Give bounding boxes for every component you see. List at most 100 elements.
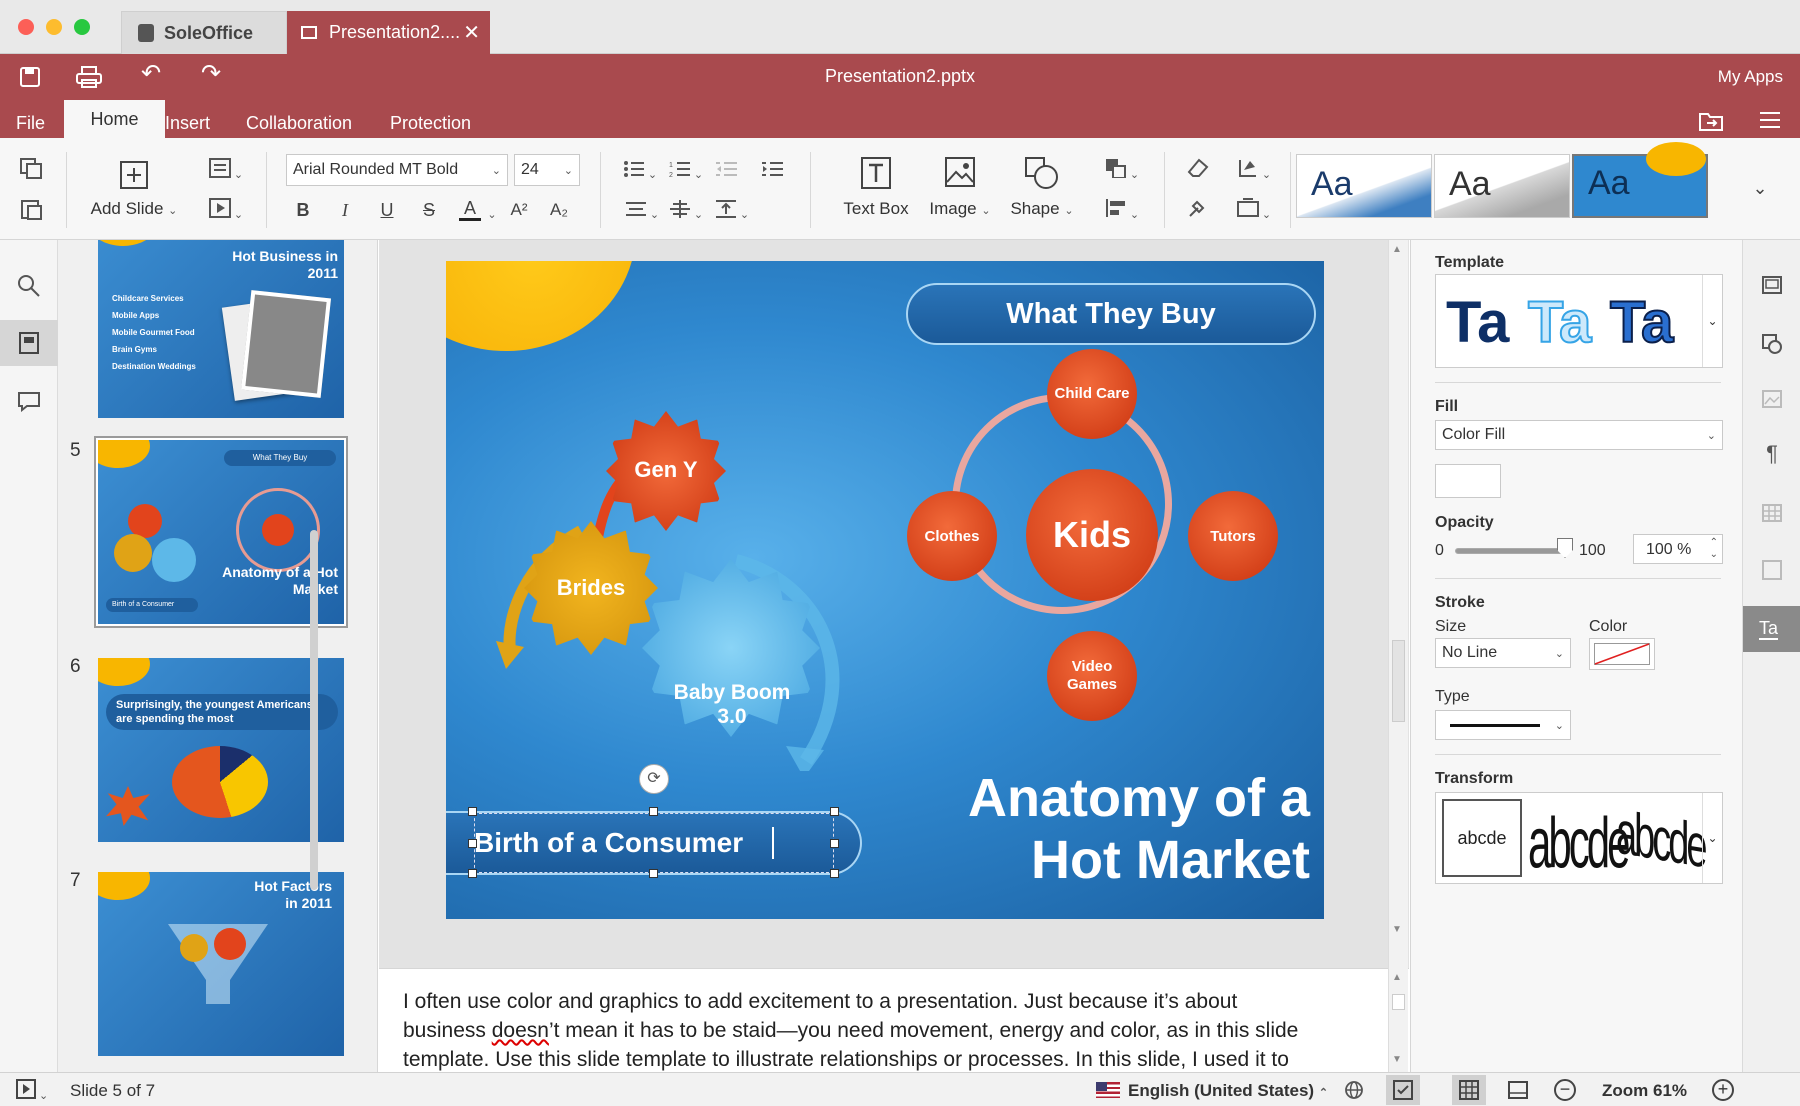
scroll-down-icon[interactable]: ▼	[1392, 1054, 1402, 1065]
subscript-button[interactable]: A₂	[546, 200, 572, 220]
line-spacing-icon[interactable]: ⌄	[666, 200, 706, 225]
theme-option-2[interactable]: Aa	[1434, 154, 1570, 218]
comments-icon[interactable]	[17, 392, 41, 416]
transform-option-tall[interactable]: abcde	[1528, 803, 1630, 885]
tab-soleoffice[interactable]: SoleOffice	[121, 11, 287, 54]
font-color-button[interactable]: A	[459, 198, 481, 221]
resize-handle[interactable]	[468, 807, 477, 816]
tab-presentation[interactable]: Presentation2.... ✕	[287, 11, 490, 54]
italic-button[interactable]: I	[334, 200, 356, 220]
scroll-thumb[interactable]	[1392, 640, 1405, 722]
close-tab-icon[interactable]: ✕	[463, 20, 480, 45]
format-painter-icon[interactable]	[1186, 198, 1210, 222]
menu-home[interactable]: Home	[64, 100, 165, 138]
normal-view-icon[interactable]	[1508, 1080, 1528, 1105]
underline-button[interactable]: U	[376, 200, 398, 220]
decrease-indent-icon[interactable]	[714, 160, 738, 182]
text-art-panel-button[interactable]: Ta	[1743, 606, 1800, 652]
image-button[interactable]: Image ⌄	[924, 156, 996, 219]
globe-icon[interactable]	[1344, 1080, 1364, 1105]
menu-protection[interactable]: Protection	[390, 108, 471, 138]
chevron-down-icon[interactable]: ⌄	[486, 202, 498, 225]
hamburger-menu-icon[interactable]	[1758, 110, 1782, 134]
theme-option-3-selected[interactable]: Aa	[1572, 142, 1708, 218]
fill-color-icon[interactable]: ⌄	[1232, 158, 1276, 185]
chart-properties-icon[interactable]	[1761, 560, 1783, 584]
play-slideshow-icon[interactable]: ⌄	[16, 1079, 56, 1102]
slides-panel-button[interactable]	[0, 320, 58, 366]
eraser-icon[interactable]	[1186, 158, 1210, 182]
arrange-icon[interactable]: ⌄	[1100, 158, 1144, 185]
resize-handle[interactable]	[830, 839, 839, 848]
menu-file[interactable]: File	[16, 108, 45, 138]
stroke-color-swatch[interactable]	[1589, 638, 1655, 670]
canvas-vertical-scrollbar[interactable]: ▲ ▼	[1388, 240, 1408, 968]
shape-button[interactable]: Shape ⌄	[1004, 156, 1080, 219]
resize-handle[interactable]	[468, 839, 477, 848]
theme-option-1[interactable]: Aa	[1296, 154, 1432, 218]
language-selector[interactable]: English (United States) ⌃	[1128, 1081, 1328, 1101]
header-banner[interactable]: What They Buy	[906, 283, 1316, 345]
slide-thumbnail-selected[interactable]: What They Buy Anatomy of a Hot Market Bi…	[98, 440, 344, 624]
minimize-window-button[interactable]	[46, 19, 62, 35]
node-tutors[interactable]: Tutors	[1188, 491, 1278, 581]
numbered-list-icon[interactable]: 12 ⌄	[666, 160, 706, 185]
increase-indent-icon[interactable]	[760, 160, 784, 182]
node-kids[interactable]: Kids	[1026, 469, 1158, 601]
close-window-button[interactable]	[18, 19, 34, 35]
menu-collaboration[interactable]: Collaboration	[246, 108, 352, 138]
shape-properties-icon[interactable]	[1761, 334, 1783, 358]
image-properties-icon[interactable]	[1761, 390, 1783, 412]
resize-handle[interactable]	[649, 807, 658, 816]
my-apps-link[interactable]: My Apps	[1718, 67, 1783, 87]
fill-type-select[interactable]: Color Fill ⌄	[1435, 420, 1723, 450]
share-icon[interactable]	[1698, 110, 1724, 136]
layout-icon[interactable]: ⌄	[206, 158, 246, 185]
slide-5[interactable]: What They Buy Kids Child Care Clothes Tu…	[446, 261, 1324, 919]
stroke-size-select[interactable]: No Line ⌄	[1435, 638, 1571, 668]
search-icon[interactable]	[17, 274, 41, 302]
gear-brides-label[interactable]: Brides	[524, 575, 658, 601]
scroll-up-icon[interactable]: ▲	[1392, 244, 1402, 255]
paste-icon[interactable]	[20, 198, 44, 224]
transform-picker[interactable]: abcde abcde abcde ⌄	[1435, 792, 1723, 884]
transform-option-none[interactable]: abcde	[1442, 799, 1522, 877]
node-video-games[interactable]: Video Games	[1047, 631, 1137, 721]
opacity-input[interactable]: 100 % ⌃ ⌄	[1633, 534, 1723, 564]
gear-gen-y-label[interactable]: Gen Y	[606, 457, 726, 483]
thumbnail-scrollbar[interactable]	[310, 530, 318, 890]
align-objects-icon[interactable]: ⌄	[1100, 198, 1144, 225]
speaker-notes[interactable]: I often use color and graphics to add ex…	[379, 968, 1409, 1072]
opacity-slider[interactable]	[1455, 548, 1568, 554]
grid-view-button[interactable]	[1452, 1075, 1486, 1105]
slide-title[interactable]: Anatomy of a Hot Market	[846, 767, 1310, 891]
more-themes-chevron-icon[interactable]: ⌄	[1748, 178, 1772, 198]
rotate-handle-icon[interactable]: ⟳	[639, 764, 669, 794]
transform-option-wave[interactable]: abcde	[1616, 800, 1705, 884]
chevron-down-icon[interactable]: ⌄	[1702, 793, 1722, 883]
align-text-icon[interactable]: ⌄	[622, 200, 662, 225]
node-clothes[interactable]: Clothes	[907, 491, 997, 581]
slide-thumbnail[interactable]: Hot Business in 2011 Childcare Services M…	[98, 240, 344, 418]
strikethrough-button[interactable]: S	[418, 200, 440, 220]
slide-properties-icon[interactable]	[1761, 276, 1783, 298]
add-slide-button[interactable]: Add Slide ⌄	[84, 160, 184, 219]
gear-baby-boom-label[interactable]: Baby Boom 3.0	[672, 681, 792, 729]
menu-insert[interactable]: Insert	[165, 108, 210, 138]
opacity-slider-thumb[interactable]	[1557, 538, 1573, 558]
chevron-down-icon[interactable]: ⌄	[1702, 275, 1722, 367]
font-family-select[interactable]: Arial Rounded MT Bold ⌄	[286, 154, 508, 186]
slideshow-icon[interactable]: ⌄	[206, 198, 246, 225]
stepper-icon[interactable]: ⌃ ⌄	[1710, 537, 1718, 561]
superscript-button[interactable]: A²	[506, 200, 532, 220]
node-child-care[interactable]: Child Care	[1047, 349, 1137, 439]
scroll-down-icon[interactable]: ▼	[1392, 924, 1402, 935]
slide-thumbnail[interactable]: Surprisingly, the youngest Americans are…	[98, 658, 344, 842]
vertical-align-icon[interactable]: ⌄	[712, 200, 752, 225]
table-properties-icon[interactable]	[1761, 504, 1783, 526]
text-template-picker[interactable]: Ta Ta Ta ⌄	[1435, 274, 1723, 368]
scroll-up-icon[interactable]: ▲	[1392, 972, 1402, 983]
resize-handle[interactable]	[468, 869, 477, 878]
resize-handle[interactable]	[649, 869, 658, 878]
text-box-button[interactable]: Text Box	[836, 156, 916, 219]
